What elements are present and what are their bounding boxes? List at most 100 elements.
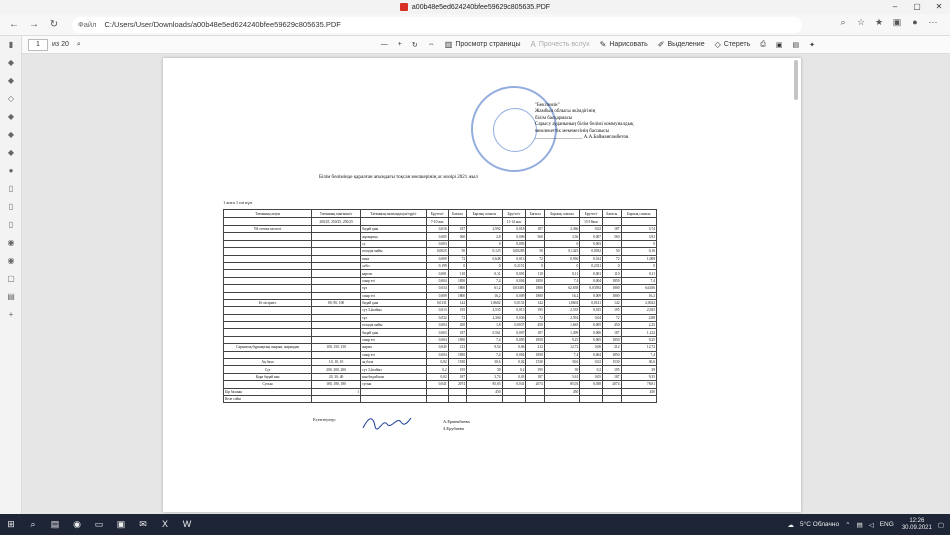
table-cell: 0,0131 [501,298,527,308]
zoom-in-button[interactable]: + [398,41,402,48]
table-cell: 0 [525,261,545,271]
fit-page-icon[interactable]: ⇔ [428,41,435,48]
favorites-icon[interactable]: ★ [870,17,888,28]
table-cell: 0,003 [579,239,604,249]
table-cell: 1850 [447,276,468,286]
refresh-icon[interactable]: ↻ [46,17,62,33]
pdf-viewer[interactable]: "Бекітемін" Жамбыл облысы әкімдігінің білі… [22,54,950,514]
table-cell: Сарымсақ бұршақтың шырын, жармадан [222,343,313,352]
windows-start-icon[interactable]: ⊞ [0,514,22,535]
store-icon[interactable]: ▣ [110,514,132,535]
favorite-star-icon[interactable]: ☆ [852,17,870,28]
maximize-button[interactable]: ▢ [906,0,928,14]
language-indicator[interactable]: ENG [880,521,894,528]
add-tab-icon[interactable]: + [0,306,22,324]
tab-actions-icon[interactable]: ▮ [0,36,22,54]
read-aloud-button[interactable]: A Прочесть вслух [531,40,590,49]
profile-icon[interactable]: ● [906,17,924,28]
sidebar-app-icon[interactable]: ◆ [0,108,22,126]
scroll-thumb[interactable] [794,60,798,100]
sidebar-app-icon[interactable]: ◇ [0,90,22,108]
page-icon[interactable]: ▯ [0,198,22,216]
table-row: өсімдік майы 0,0025 50 0,125 0,00285 50 0,1425… [222,247,657,256]
excel-icon[interactable]: X [154,514,176,535]
url-input[interactable]: Файл C:/Users/User/Downloads/a00b48e5ed6… [72,16,802,33]
table-total-cell: 1 [311,387,362,397]
network-icon[interactable]: ▤ [857,521,863,529]
table-cell: 0 [620,261,657,271]
weather-text[interactable]: 5°C Облачно [800,521,839,528]
word-icon[interactable]: W [176,514,198,535]
pdf-tab-icon[interactable]: ▤ [0,288,22,306]
sidebar-app-icon[interactable]: ◆ [0,144,22,162]
table-cell: 0,2 [501,365,527,374]
table-footer-cell: Келе сойы [222,394,313,404]
table-header-cell: Бағасы [602,209,622,218]
highlight-button[interactable]: ✐ Выделение [658,40,705,49]
table-row: сиыр еті 0,004 1850 7,4 0,004 1850 7,4 0,004 185… [222,276,657,286]
task-view-icon[interactable]: ▤ [44,514,66,535]
table-cell: 1800 [602,284,622,293]
table-cell: ақ бала [360,358,428,367]
sidebar-app-icon[interactable]: ● [0,162,22,180]
minimize-button[interactable]: – [884,0,906,14]
back-icon[interactable]: ← [6,17,22,33]
draw-button[interactable]: ✎ Нарисовать [600,40,648,49]
search-icon[interactable]: ⌕ [77,41,81,49]
page-number-input[interactable]: 1 [28,38,48,51]
table-cell: 9,25 [543,335,581,345]
table-cell [311,224,362,234]
web-icon[interactable]: ◉ [0,234,22,252]
table-cell: 0 [602,261,622,271]
file-explorer-icon[interactable]: ▭ [88,514,110,535]
page-view-button[interactable]: ▥ Просмотр страницы [445,40,521,49]
sidebar-app-icon[interactable]: ◆ [0,72,22,90]
sidebar-app-icon[interactable]: ◆ [0,126,22,144]
zoom-out-button[interactable]: — [381,41,388,48]
table-cell: 0,007 [501,328,527,337]
erase-button[interactable]: ◇ Стереть [715,40,751,49]
collections-icon[interactable]: ▣ [888,17,906,28]
table-cell: 2,25 [620,321,657,330]
table-subheader-cell: 11-14 жас [501,217,527,226]
save-as-icon[interactable]: ▤ [792,41,799,49]
print-icon[interactable]: ⎙ [760,41,766,49]
pin-icon[interactable]: ✦ [809,41,815,49]
save-icon[interactable]: ▣ [776,41,783,49]
notification-icon[interactable]: ▢ [938,521,944,529]
volume-icon[interactable]: ◁ [869,521,874,529]
edge-icon[interactable]: ◉ [66,514,88,535]
sidebar-app-icon[interactable]: ◆ [0,54,22,72]
table-cell: 0,936 [543,254,581,263]
clock[interactable]: 12:26 30.09.2021 [902,518,932,532]
more-icon[interactable]: ⋯ [924,17,942,28]
web-icon[interactable]: ◉ [0,252,22,270]
tray-chevron-icon[interactable]: ⌃ [845,521,850,529]
table-cell: 0,004 [501,350,527,360]
table-cell: 61,2 [466,284,503,293]
rotate-icon[interactable]: ↻ [412,41,418,49]
search-icon[interactable]: ⌕ [22,514,44,535]
zoom-icon[interactable]: ⌕ [834,17,852,28]
table-cell: 0,004 [579,350,604,360]
file-info-label[interactable]: Файл [78,20,96,29]
table-cell: 1,8602 [466,298,503,308]
table-cell [222,291,313,300]
page-icon[interactable]: ▯ [0,180,22,198]
close-button[interactable]: ✕ [928,0,950,14]
table-cell: 560 [602,232,622,241]
page-scrollbar[interactable] [794,60,799,500]
mail-icon[interactable]: ✉ [132,514,154,535]
screenshot-icon[interactable]: ▢ [0,270,22,288]
table-cell: 110 [525,269,545,278]
page-icon[interactable]: ▯ [0,216,22,234]
table-subheader-cell [525,217,545,226]
table-row: тұз 0,032 72 2,304 0,036 72 2,592 0,04 72 2,88 [222,313,657,323]
document-title: Білім бөлімінде қаралған ағымдағы тоқсан… [319,175,478,180]
table-cell: 2,535 [543,306,581,315]
forward-icon[interactable]: → [26,17,42,33]
table-cell: 0,06 [501,343,527,352]
weather-icon[interactable]: ☁ [788,521,795,529]
table-total-cell [602,387,622,397]
table-row: өсімдік майы 0,004 450 1,8 0,0037 450 1,665 0,0… [222,321,657,330]
